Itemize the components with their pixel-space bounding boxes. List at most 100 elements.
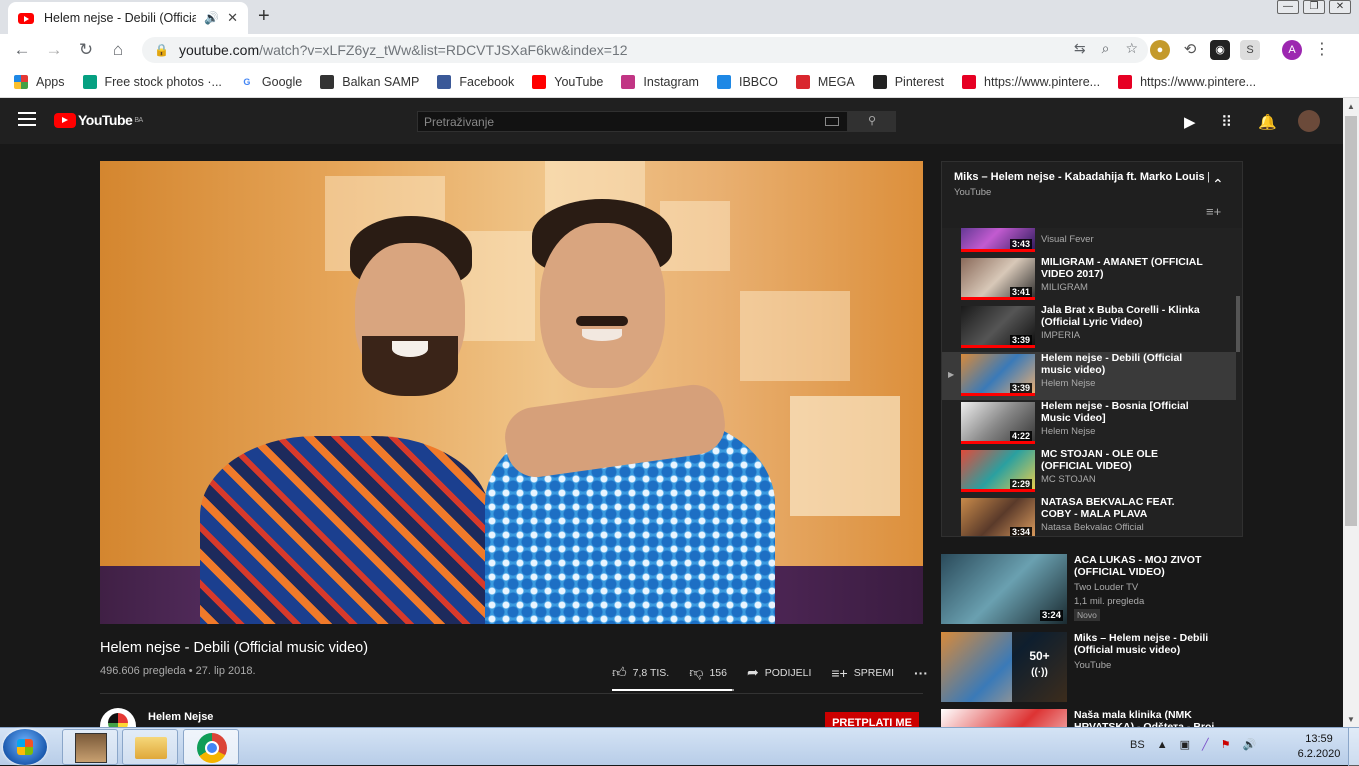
playlist-item-title[interactable]: Helem nejse - Debili (Official music vid…	[1041, 352, 1207, 376]
restore-button[interactable]: ❐	[1303, 0, 1325, 14]
playlist-thumbnail[interactable]: 3:41	[961, 258, 1035, 300]
playlist-item-title[interactable]: Helem nejse - Bosnia [Official Music Vid…	[1041, 400, 1207, 424]
playlist-item-title[interactable]: Jala Brat x Buba Corelli - Klinka (Offic…	[1041, 304, 1207, 328]
channel-name[interactable]: Helem Nejse	[148, 711, 213, 723]
recommended-thumbnail[interactable]: 3:24	[941, 554, 1067, 624]
chrome-menu-icon[interactable]: ⋮	[1312, 40, 1332, 60]
playlist-item-title[interactable]: MC STOJAN - OLE OLE (OFFICIAL VIDEO)	[1041, 448, 1207, 472]
playlist-item[interactable]: 3:39 Jala Brat x Buba Corelli - Klinka (O…	[942, 304, 1236, 352]
more-actions-button[interactable]: ···	[914, 665, 928, 681]
bookmark-item[interactable]: Balkan SAMP	[320, 74, 419, 89]
start-button[interactable]	[3, 729, 47, 765]
input-language[interactable]: BS	[1130, 739, 1145, 751]
reload-icon[interactable]: ↻	[70, 40, 102, 60]
speaker-icon[interactable]: 🔊	[204, 11, 219, 25]
scrollbar-thumb[interactable]	[1345, 116, 1357, 526]
volume-icon[interactable]: 🔊	[1242, 738, 1256, 751]
bookmark-item[interactable]: Pinterest	[872, 74, 944, 89]
taskbar-clock[interactable]: 13:59 6.2.2020	[1296, 732, 1342, 762]
page-scrollbar[interactable]: ▲ ▼	[1343, 98, 1359, 728]
create-video-icon[interactable]: ▶︎	[1184, 113, 1196, 131]
bookmark-star-icon[interactable]: ☆	[1125, 40, 1138, 57]
bookmark-item[interactable]: G Google	[239, 74, 302, 89]
pen-icon[interactable]: ╱	[1202, 738, 1209, 751]
playlist-item[interactable]: ▶ 3:39 Helem nejse - Debili (Official musi…	[942, 352, 1236, 400]
recommended-thumbnail[interactable]: 50+ ((·))	[941, 632, 1067, 702]
apps-grid-icon[interactable]: ⠿	[1221, 113, 1232, 131]
playlist-item[interactable]: 3:34 NATASA BEKVALAC FEAT. COBY - MALA PL…	[942, 496, 1236, 536]
bookmark-item[interactable]: Instagram	[621, 74, 699, 89]
recommended-title[interactable]: ACA LUKAS - MOJ ZIVOT (OFFICIAL VIDEO)	[1074, 554, 1219, 578]
lock-icon[interactable]: 🔒	[154, 43, 169, 57]
home-icon[interactable]: ⌂	[102, 40, 134, 60]
bookmark-item[interactable]: Facebook	[437, 74, 514, 89]
hamburger-menu-icon[interactable]	[18, 112, 36, 126]
bookmark-item[interactable]: IBBCO	[716, 74, 778, 89]
playlist-thumbnail[interactable]: 3:43	[961, 228, 1035, 252]
taskbar-app-explorer[interactable]	[122, 729, 178, 765]
playlist-scrollbar[interactable]	[1236, 296, 1240, 352]
close-window-button[interactable]: ✕	[1329, 0, 1351, 14]
save-playlist-icon[interactable]: ≡+	[1206, 204, 1221, 219]
keyboard-icon[interactable]	[825, 117, 839, 126]
bookmark-item[interactable]: Apps	[14, 74, 65, 89]
profile-avatar[interactable]: A	[1282, 40, 1302, 60]
address-bar[interactable]: 🔒 youtube.com/watch?v=xLFZ6yz_tWw&list=R…	[142, 37, 1148, 63]
minimize-button[interactable]: —	[1277, 0, 1299, 14]
scroll-down-icon[interactable]: ▼	[1347, 715, 1355, 724]
forward-arrow-icon[interactable]: →	[38, 40, 70, 60]
taskbar-app-game[interactable]	[62, 729, 118, 765]
save-button[interactable]: ≡+ SPREMI	[831, 665, 894, 681]
chevron-up-icon[interactable]: ⌃	[1212, 176, 1224, 193]
bookmark-item[interactable]: YouTube	[532, 74, 603, 89]
youtube-logo[interactable]: YouTube BA	[54, 112, 143, 128]
channel-avatar[interactable]	[100, 708, 136, 728]
flag-icon[interactable]: ⚑	[1221, 738, 1231, 751]
history-icon[interactable]: ⟲	[1180, 40, 1200, 60]
playlist-title[interactable]: Miks – Helem nejse - Kabadahija ft. Mark…	[954, 171, 1209, 183]
taskbar-app-chrome[interactable]	[183, 729, 239, 765]
new-tab-button[interactable]: +	[258, 5, 270, 28]
network-icon[interactable]: ▣	[1180, 738, 1190, 751]
recommended-title[interactable]: Naša mala klinika (NMK HRVATSKA) - Odštе…	[1074, 709, 1219, 727]
bookmark-item[interactable]: Free stock photos ·...	[82, 74, 222, 89]
translate-icon[interactable]: ⇆	[1074, 40, 1086, 57]
zoom-icon[interactable]: ⌕	[1102, 40, 1110, 57]
recommended-item[interactable]: 3:24 ACA LUKAS - MOJ ZIVOT (OFFICIAL VIDE…	[941, 554, 1241, 626]
browser-tab-active[interactable]: Helem nejse - Debili (Official 🔊 ✕	[8, 2, 248, 34]
playlist-item[interactable]: 2:29 MC STOJAN - OLE OLE (OFFICIAL VIDEO)…	[942, 448, 1236, 496]
tray-expand-icon[interactable]: ▲	[1157, 739, 1168, 751]
playlist-item[interactable]: 3:43Gledaj Mene (OFFICIAL VIDEO)Visual F…	[942, 228, 1236, 256]
dislike-button[interactable]: 👎︎ 156	[689, 664, 727, 681]
recommended-title[interactable]: Miks – Helem nejse - Debili (Official mu…	[1074, 632, 1219, 656]
bookmark-item[interactable]: MEGA	[795, 74, 855, 89]
search-input[interactable]: Pretraživanje	[417, 111, 848, 132]
search-button[interactable]: ⚲	[848, 111, 896, 132]
recommended-item[interactable]: 50+ ((·)) Miks – Helem nejse - Debili (Off…	[941, 632, 1241, 704]
scroll-up-icon[interactable]: ▲	[1347, 102, 1355, 111]
playlist-item-title[interactable]: MILIGRAM - AMANET (OFFICIAL VIDEO 2017)	[1041, 256, 1207, 280]
notifications-bell-icon[interactable]: 🔔	[1258, 113, 1277, 131]
extension-s-icon[interactable]: S	[1240, 40, 1260, 60]
bookmark-item[interactable]: https://www.pintere...	[1118, 74, 1256, 89]
playlist-thumbnail[interactable]: 4:22	[961, 402, 1035, 444]
playlist-thumbnail[interactable]: 3:34	[961, 498, 1035, 536]
playlist-thumbnail[interactable]: 2:29	[961, 450, 1035, 492]
bookmark-item[interactable]: https://www.pintere...	[962, 74, 1100, 89]
tab-close-icon[interactable]: ✕	[227, 10, 238, 26]
playlist-thumbnail[interactable]: 3:39	[961, 306, 1035, 348]
recommended-thumbnail[interactable]	[941, 709, 1067, 727]
extension-mask-icon[interactable]: ◉	[1210, 40, 1230, 60]
playlist-item[interactable]: 3:41 MILIGRAM - AMANET (OFFICIAL VIDEO 20…	[942, 256, 1236, 304]
playlist-item[interactable]: 4:22 Helem nejse - Bosnia [Official Music…	[942, 400, 1236, 448]
video-player[interactable]	[100, 161, 923, 624]
playlist-thumbnail[interactable]: 3:39	[961, 354, 1035, 396]
extension-lightbulb-icon[interactable]: ●	[1150, 40, 1170, 60]
recommended-item[interactable]: Naša mala klinika (NMK HRVATSKA) - Odštе…	[941, 709, 1241, 727]
share-button[interactable]: ➦ PODIJELI	[747, 664, 811, 681]
show-desktop-button[interactable]	[1348, 728, 1359, 766]
account-avatar[interactable]	[1298, 110, 1320, 132]
like-button[interactable]: 👍︎ 7,8 TIS.	[612, 664, 669, 681]
subscribe-button[interactable]: PRETPLATI ME	[825, 712, 919, 728]
playlist-item-title[interactable]: NATASA BEKVALAC FEAT. COBY - MALA PLAVA …	[1041, 496, 1207, 520]
